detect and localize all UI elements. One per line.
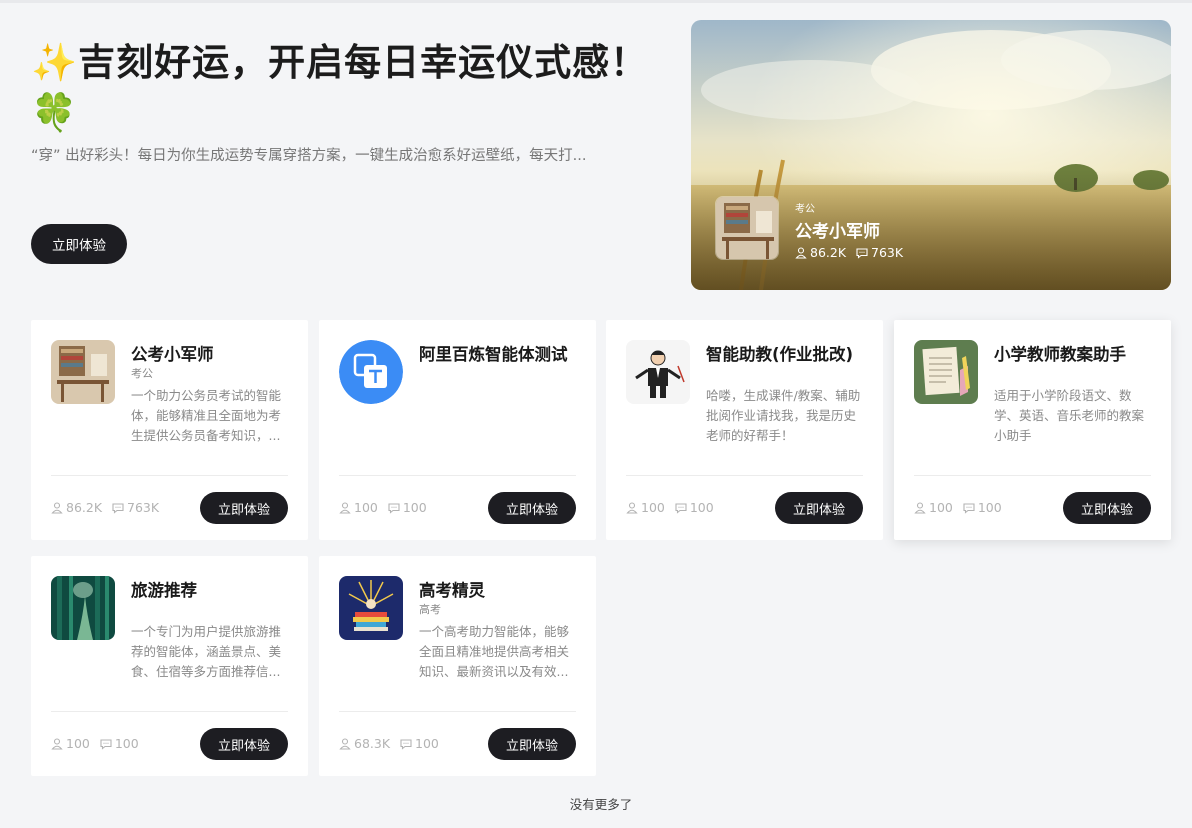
card-divider bbox=[339, 711, 576, 712]
card-description: 一个专门为用户提供旅游推荐的智能体，涵盖景点、美食、住宿等多方面推荐信... bbox=[131, 624, 282, 679]
agent-card[interactable]: 旅游推荐 一个专门为用户提供旅游推荐的智能体，涵盖景点、美食、住宿等多方面推荐信… bbox=[31, 556, 308, 776]
user-icon bbox=[626, 501, 638, 514]
forest-path-image bbox=[51, 576, 115, 640]
banner-stats: 86.2K 763K bbox=[795, 245, 913, 260]
hero-banner[interactable]: 考公 公考小军师 86.2K 763K bbox=[691, 20, 1171, 290]
banner-agent-name: 公考小军师 bbox=[795, 222, 880, 242]
user-icon bbox=[339, 501, 351, 514]
card-try-button[interactable]: 立即体验 bbox=[488, 492, 576, 524]
user-icon bbox=[51, 501, 63, 514]
card-title: 旅游推荐 bbox=[131, 581, 197, 600]
card-stats: 68.3K 100 bbox=[339, 736, 449, 751]
agent-card[interactable]: 小学教师教案助手 适用于小学阶段语文、数学、英语、音乐老师的教案小助手 100 … bbox=[894, 320, 1171, 540]
card-icon bbox=[626, 340, 690, 404]
card-icon bbox=[914, 340, 978, 404]
card-user-count: 100 bbox=[929, 500, 953, 515]
message-icon bbox=[963, 502, 975, 514]
user-icon bbox=[795, 246, 807, 259]
user-icon bbox=[51, 737, 63, 750]
teacher-cartoon-image bbox=[626, 340, 690, 404]
card-try-button[interactable]: 立即体验 bbox=[200, 728, 288, 760]
card-description: 一个助力公务员考试的智能体，能够精准且全面地为考生提供公务员备考知识，... bbox=[131, 388, 282, 443]
banner-user-count: 86.2K bbox=[810, 245, 847, 260]
card-message-count: 100 bbox=[402, 500, 427, 515]
card-stats: 100 100 bbox=[914, 500, 1012, 515]
hero-try-button[interactable]: 立即体验 bbox=[31, 224, 127, 264]
study-desk-image bbox=[716, 197, 778, 259]
card-icon bbox=[51, 340, 115, 404]
banner-message-count: 763K bbox=[871, 245, 904, 260]
top-divider bbox=[0, 0, 1192, 3]
text-translate-icon bbox=[339, 340, 403, 404]
card-tag: 高考 bbox=[419, 603, 441, 616]
card-user-count: 68.3K bbox=[354, 736, 391, 751]
books-celebration-image bbox=[339, 576, 403, 640]
banner-avatar bbox=[715, 196, 779, 260]
banner-tag: 考公 bbox=[795, 204, 815, 215]
card-user-count: 100 bbox=[641, 500, 665, 515]
card-message-count: 100 bbox=[689, 500, 714, 515]
card-tag: 考公 bbox=[131, 367, 153, 380]
card-try-button[interactable]: 立即体验 bbox=[488, 728, 576, 760]
card-divider bbox=[626, 475, 863, 476]
card-message-count: 100 bbox=[415, 736, 439, 751]
card-user-count: 100 bbox=[354, 500, 378, 515]
card-stats: 86.2K 763K bbox=[51, 500, 169, 515]
message-icon bbox=[112, 502, 124, 514]
message-icon bbox=[675, 502, 687, 514]
agent-card[interactable]: 阿里百炼智能体测试 100 100 立即体验 bbox=[319, 320, 596, 540]
card-user-count: 100 bbox=[66, 736, 90, 751]
card-title: 阿里百炼智能体测试 bbox=[419, 345, 568, 364]
card-message-count: 763K bbox=[127, 500, 160, 515]
card-divider bbox=[339, 475, 576, 476]
card-description: 哈喽，生成课件/教案、辅助批阅作业请找我，我是历史老师的好帮手！ bbox=[706, 388, 861, 443]
study-desk-image bbox=[51, 340, 115, 404]
user-icon bbox=[914, 501, 926, 514]
card-icon bbox=[51, 576, 115, 640]
card-description: 一个高考助力智能体，能够全面且精准地提供高考相关知识、最新资讯以及有效... bbox=[419, 624, 570, 679]
card-message-count: 100 bbox=[114, 736, 139, 751]
card-try-button[interactable]: 立即体验 bbox=[775, 492, 863, 524]
card-title: 智能助教(作业批改) bbox=[706, 345, 854, 364]
no-more-text: 没有更多了 bbox=[569, 797, 633, 812]
user-icon bbox=[339, 737, 351, 750]
agent-card[interactable]: 智能助教(作业批改) 哈喽，生成课件/教案、辅助批阅作业请找我，我是历史老师的好… bbox=[606, 320, 883, 540]
card-stats: 100 100 bbox=[51, 736, 149, 751]
card-message-count: 100 bbox=[977, 500, 1002, 515]
card-try-button[interactable]: 立即体验 bbox=[1063, 492, 1151, 524]
card-icon bbox=[339, 576, 403, 640]
agent-card[interactable]: 高考精灵 高考 一个高考助力智能体，能够全面且精准地提供高考相关知识、最新资讯以… bbox=[319, 556, 596, 776]
hero-section: ✨吉刻好运，开启每日幸运仪式感！ 🍀 “穿” 出好彩头！每日为你生成运势专属穿搭… bbox=[31, 38, 651, 166]
card-divider bbox=[51, 711, 288, 712]
card-divider bbox=[51, 475, 288, 476]
message-icon bbox=[400, 738, 412, 750]
card-title: 高考精灵 bbox=[419, 581, 485, 600]
card-stats: 100 100 bbox=[626, 500, 724, 515]
card-description: 适用于小学阶段语文、数学、英语、音乐老师的教案小助手 bbox=[994, 388, 1145, 443]
hero-title: ✨吉刻好运，开启每日幸运仪式感！ 🍀 bbox=[31, 41, 649, 134]
hero-description: “穿” 出好彩头！每日为你生成运势专属穿搭方案，一键生成治愈系好运壁纸，每天打.… bbox=[31, 148, 587, 164]
message-icon bbox=[388, 502, 400, 514]
card-divider bbox=[914, 475, 1151, 476]
message-icon bbox=[100, 738, 112, 750]
card-user-count: 86.2K bbox=[66, 500, 103, 515]
card-stats: 100 100 bbox=[339, 500, 437, 515]
lesson-plan-paper-image bbox=[914, 340, 978, 404]
card-try-button[interactable]: 立即体验 bbox=[200, 492, 288, 524]
message-icon bbox=[856, 247, 868, 259]
card-title: 公考小军师 bbox=[131, 345, 214, 364]
card-icon bbox=[339, 340, 403, 404]
card-title: 小学教师教案助手 bbox=[994, 345, 1126, 364]
agent-card[interactable]: 公考小军师 考公 一个助力公务员考试的智能体，能够精准且全面地为考生提供公务员备… bbox=[31, 320, 308, 540]
